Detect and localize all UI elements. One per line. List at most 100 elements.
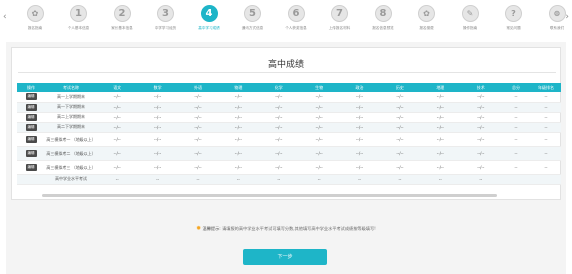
step-item[interactable]: ✿ 报名缴费 [404,5,450,31]
step-item[interactable]: 1 个人基本信息 [56,5,102,31]
action-cell: 编辑 [17,122,45,133]
step-number-badge: ✿ [26,5,44,22]
edit-button[interactable]: 编辑 [25,113,37,121]
step-number-badge: 5 [244,5,261,22]
score-cell: --/-- [137,92,178,103]
score-cell: -- [298,174,340,185]
score-cell: --/-- [460,122,501,133]
tip-notice: ✹ 温馨提示: 请填报的高中学业水平考试可填写分数,其他填写高中学业水平考试成绩… [0,225,572,232]
column-header: 数学 [137,83,178,92]
score-cell: -- [339,174,380,185]
column-header: 总分 [501,83,531,92]
exam-name-cell: 高二上学期期末 [45,112,97,123]
table-row: 编辑 高一下学期期末 --/-- --/-- --/-- --/-- --/-- --/-- -… [17,102,561,113]
score-cell: --/-- [339,122,380,133]
score-cell: --/-- [97,146,138,161]
score-cell: --/-- [339,160,380,175]
exam-name-cell: 高三模拟考二 （地级以上） [45,146,97,161]
score-cell: --/-- [298,112,340,123]
step-item[interactable]: 3 中学学习经历 [143,5,189,31]
score-cell: --/-- [218,92,259,103]
score-cell: --/-- [258,112,299,123]
grades-table: 操作 考试名称 语文 数学 外语 物理 化学 生物 政治 历史 地理 技术 总分 年级排名 编辑 高一上学期… [17,83,561,185]
step-number-badge: ⊜ [548,5,566,22]
exam-name-cell: 高一下学期期末 [45,102,97,113]
score-cell: -- [501,146,531,161]
edit-button[interactable]: 编辑 [25,163,37,171]
exam-name-cell: 高中学业水平考试 [45,174,97,185]
step-number-badge: 1 [70,5,87,22]
step-label: 联系我们 [549,26,565,30]
score-cell: -- [137,174,178,185]
score-cell: --/-- [420,102,461,113]
step-item[interactable]: 5 通讯方式信息 [230,5,276,31]
score-cell: --/-- [339,146,380,161]
exam-name-cell: 高一上学期期末 [45,92,97,103]
step-item[interactable]: ⊜ 联系我们 [534,5,572,31]
score-cell: --/-- [218,146,259,161]
score-cell: --/-- [177,122,219,133]
next-step-button[interactable]: 下一步 [243,249,327,265]
score-cell: --/-- [379,102,421,113]
score-cell: --/-- [339,92,380,103]
score-cell: --/-- [298,122,340,133]
step-label: 通讯方式信息 [241,26,264,30]
step-label: 报名信息预览 [372,26,394,30]
score-cell: --/-- [177,146,219,161]
step-item[interactable]: ✿ 报名指南 [12,5,58,31]
column-header: 物理 [218,83,259,92]
edit-button[interactable]: 编辑 [25,135,37,143]
step-item[interactable]: ✎ 操作指南 [447,5,493,31]
action-cell: 编辑 [17,102,45,113]
step-item[interactable]: 4 高中学习成绩 [186,5,232,31]
action-cell: 编辑 [17,146,45,161]
score-cell: --/-- [298,92,340,103]
score-cell: --/-- [177,160,219,175]
score-cell: -- [501,122,531,133]
exam-name-cell: 高三模拟考一 （地级以上） [45,132,97,147]
step-number-badge: 6 [287,5,305,22]
scroll-left-arrow-icon[interactable]: ‹ [3,12,7,22]
edit-button[interactable]: 编辑 [25,123,37,131]
column-header: 年级排名 [531,83,561,92]
step-label: 家长基本信息 [111,26,133,30]
action-cell [17,174,45,185]
step-number-badge: 3 [157,5,174,22]
edit-button[interactable]: 编辑 [25,149,37,157]
score-cell: --/-- [137,112,178,123]
score-cell: -- [420,174,461,185]
action-cell: 编辑 [17,160,45,175]
column-header: 外语 [177,83,219,92]
score-cell: -- [258,174,299,185]
score-cell: --/-- [97,92,138,103]
score-cell: --/-- [379,122,421,133]
score-cell: --/-- [258,122,299,133]
step-item[interactable]: ? 常见问题 [491,5,537,31]
score-cell: -- [531,92,561,103]
score-cell: --/-- [339,132,380,147]
score-cell: --/-- [177,92,219,103]
score-cell: --/-- [379,112,421,123]
column-header: 生物 [298,83,340,92]
step-item[interactable]: 8 报名信息预览 [360,5,406,31]
table-row: 编辑 高二下学期期末 --/-- --/-- --/-- --/-- --/-- --/-- -… [17,122,561,133]
score-cell: --/-- [97,102,138,113]
score-cell: -- [379,174,421,185]
score-cell: -- [531,132,561,147]
table-row: 编辑 高二上学期期末 --/-- --/-- --/-- --/-- --/-- --/-- -… [17,112,561,123]
grades-card: 高中成绩 操作 考试名称 语文 数学 外语 物理 化学 生物 政治 历史 地理 技术 总分 年级排名 编辑… [11,47,561,200]
step-item[interactable]: 2 家长基本信息 [99,5,145,31]
step-number-badge: 8 [374,5,392,22]
score-cell: --/-- [97,160,138,175]
horizontal-scrollbar[interactable] [42,194,497,197]
score-cell: --/-- [339,112,380,123]
score-cell: --/-- [420,122,461,133]
step-number-badge: 7 [331,5,348,22]
step-item[interactable]: 6 个人获奖信息 [273,5,319,31]
edit-button[interactable]: 编辑 [25,103,37,111]
edit-button[interactable]: 编辑 [25,93,37,101]
step-label: 上传报名材料 [328,26,351,30]
step-label: 报名指南 [27,26,43,30]
score-cell: --/-- [218,122,259,133]
step-item[interactable]: 7 上传报名材料 [317,5,363,31]
